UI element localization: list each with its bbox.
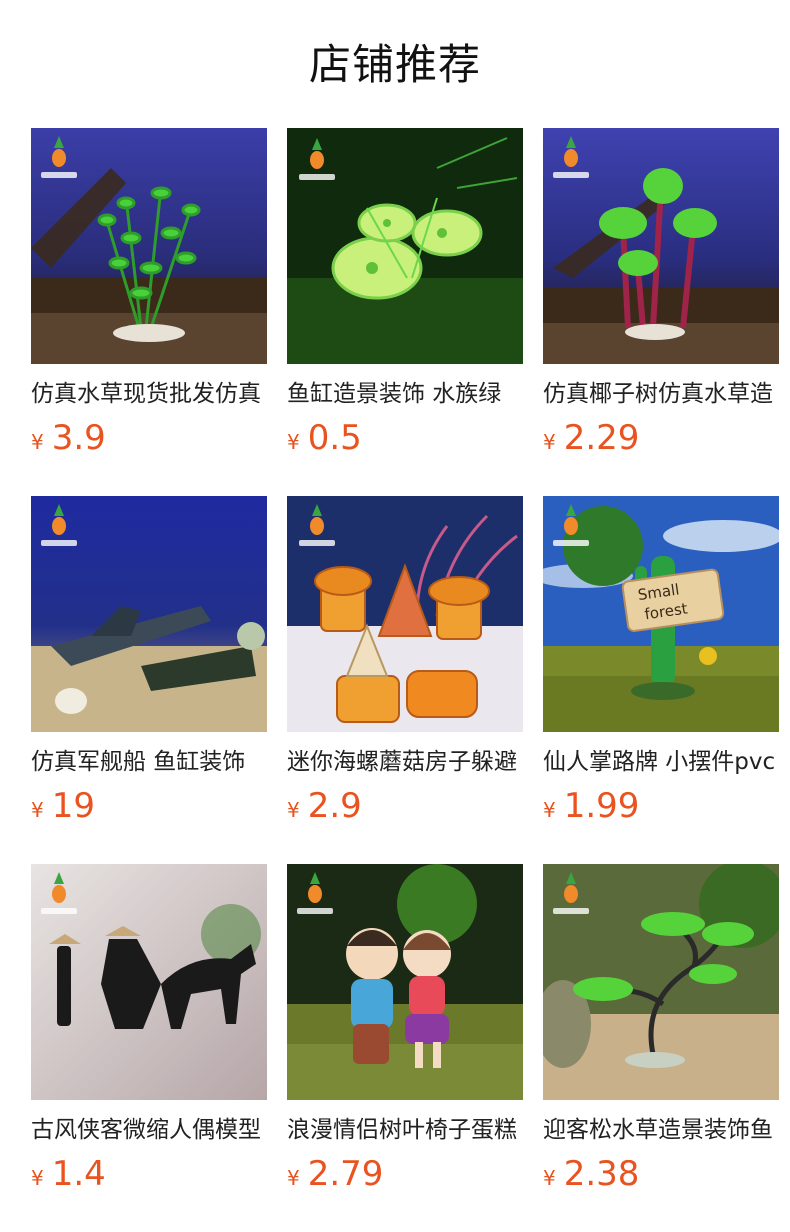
product-image[interactable] [287, 128, 523, 364]
shop-recommendation-page: 店铺推荐 仿真水草现货批发仿真 ¥ 3.9 鱼缸造景装饰 水族绿 ¥ 0.5 仿… [0, 0, 790, 1232]
product-price: ¥1.99 [543, 784, 779, 828]
product-name[interactable]: 浪漫情侣树叶椅子蛋糕 [287, 1114, 523, 1146]
product-card[interactable]: 仿真椰子树仿真水草造 ¥2.29 [543, 128, 779, 468]
product-price: ¥0.5 [287, 416, 523, 460]
product-card[interactable]: 古风侠客微缩人偶模型 ¥1.4 [31, 864, 267, 1204]
product-name[interactable]: 仿真军舰船 鱼缸装饰 [31, 746, 267, 778]
currency-symbol: ¥ [31, 1166, 44, 1190]
product-card[interactable]: 浪漫情侣树叶椅子蛋糕 ¥2.79 [287, 864, 523, 1204]
product-price: ¥19 [31, 784, 267, 828]
currency-symbol: ¥ [543, 1166, 556, 1190]
product-price: ¥2.9 [287, 784, 523, 828]
currency-symbol: ¥ [543, 798, 556, 822]
product-image[interactable] [31, 864, 267, 1100]
product-price: ¥3.9 [31, 416, 267, 460]
product-name[interactable]: 迷你海螺蘑菇房子躲避 [287, 746, 523, 778]
product-price: ¥2.38 [543, 1152, 779, 1196]
product-image[interactable] [31, 128, 267, 364]
product-name[interactable]: 鱼缸造景装饰 水族绿 [287, 378, 523, 410]
product-image[interactable] [287, 496, 523, 732]
currency-symbol: ¥ [31, 430, 44, 454]
product-name[interactable]: 仿真水草现货批发仿真 [31, 378, 267, 410]
product-image[interactable]: Small forest [543, 496, 779, 732]
product-price: ¥1.4 [31, 1152, 267, 1196]
product-card[interactable]: 仿真军舰船 鱼缸装饰 ¥19 [31, 496, 267, 836]
product-price: ¥2.79 [287, 1152, 523, 1196]
price-value: 2.79 [307, 1154, 384, 1194]
product-card[interactable]: 仿真水草现货批发仿真 ¥3.9 [31, 128, 267, 468]
price-value: 1.99 [563, 786, 640, 826]
product-card[interactable]: 迎客松水草造景装饰鱼 ¥2.38 [543, 864, 779, 1204]
product-card[interactable]: 迷你海螺蘑菇房子躲避 ¥2.9 [287, 496, 523, 836]
currency-symbol: ¥ [287, 1166, 300, 1190]
product-name[interactable]: 迎客松水草造景装饰鱼 [543, 1114, 779, 1146]
product-name[interactable]: 仙人掌路牌 小摆件pvc [543, 746, 779, 778]
product-name[interactable]: 古风侠客微缩人偶模型 [31, 1114, 267, 1146]
product-card[interactable]: 鱼缸造景装饰 水族绿 ¥0.5 [287, 128, 523, 468]
product-price: ¥2.29 [543, 416, 779, 460]
product-image[interactable] [287, 864, 523, 1100]
price-value: 1.4 [51, 1154, 106, 1194]
price-value: 0.5 [307, 418, 362, 458]
price-value: 2.38 [563, 1154, 640, 1194]
currency-symbol: ¥ [287, 430, 300, 454]
section-title: 店铺推荐 [308, 40, 481, 89]
price-value: 2.29 [563, 418, 640, 458]
price-value: 2.9 [307, 786, 362, 826]
currency-symbol: ¥ [31, 798, 44, 822]
price-value: 19 [51, 786, 95, 826]
product-name[interactable]: 仿真椰子树仿真水草造 [543, 378, 779, 410]
price-value: 3.9 [51, 418, 106, 458]
currency-symbol: ¥ [543, 430, 556, 454]
product-card[interactable]: Small forest 仙人掌路牌 小摆件pvc ¥1.99 [543, 496, 779, 836]
product-image[interactable] [543, 128, 779, 364]
product-image[interactable] [543, 864, 779, 1100]
product-image[interactable] [31, 496, 267, 732]
currency-symbol: ¥ [287, 798, 300, 822]
